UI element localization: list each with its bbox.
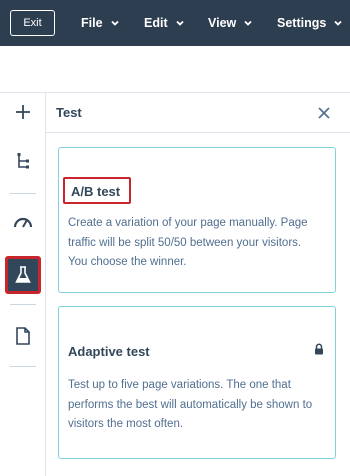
sidebar-divider <box>10 366 36 367</box>
beaker-icon <box>15 266 31 283</box>
editor-top-bar: Exit File Edit View Settings <box>0 0 350 46</box>
plus-icon <box>16 105 30 119</box>
adaptive-test-description-line: performs the best will automatically be … <box>68 398 313 411</box>
sidebar-test-button[interactable] <box>5 256 41 294</box>
ab-test-title-highlight: A/B test <box>63 177 131 204</box>
ab-test-description-line: Create a variation of your page manually… <box>68 217 308 229</box>
left-sidebar <box>0 93 46 476</box>
panel-title: Test <box>56 105 82 120</box>
ab-test-description: Create a variation of your page manually… <box>68 214 330 273</box>
document-icon <box>16 327 30 345</box>
sidebar-structure-button[interactable] <box>8 146 38 176</box>
adaptive-test-title: Adaptive test <box>68 344 150 359</box>
sidebar-optimize-button[interactable] <box>8 207 38 237</box>
chevron-down-icon <box>110 20 119 26</box>
edit-menu-label: Edit <box>144 16 168 30</box>
ab-test-card[interactable]: A/B test Create a variation of your page… <box>58 147 336 293</box>
sidebar-add-button[interactable] <box>8 97 38 127</box>
ab-test-description-line: You choose the winner. <box>68 256 187 268</box>
view-menu[interactable]: View <box>208 0 253 46</box>
close-icon[interactable] <box>316 105 332 121</box>
adaptive-test-description-line: Test up to five page variations. The one… <box>68 379 291 391</box>
file-menu-label: File <box>81 16 103 30</box>
sidebar-divider <box>10 193 36 194</box>
chevron-down-icon <box>244 20 252 26</box>
settings-menu[interactable]: Settings <box>277 0 343 46</box>
edit-menu[interactable]: Edit <box>144 0 185 46</box>
exit-button[interactable]: Exit <box>10 10 55 36</box>
test-panel: Test A/B test Create a variation of your… <box>46 93 350 476</box>
chevron-down-icon <box>175 20 184 26</box>
sidebar-page-button[interactable] <box>8 321 38 351</box>
panel-header: Test <box>46 93 350 133</box>
adaptive-test-card[interactable]: Adaptive test Test up to five page varia… <box>58 306 336 459</box>
lock-icon <box>315 343 323 355</box>
adaptive-test-description: Test up to five page variations. The one… <box>68 376 330 435</box>
ab-test-description-line: traffic will be split 50/50 between your… <box>68 236 302 249</box>
sidebar-divider <box>10 304 36 305</box>
adaptive-test-description-line: visitors the most often. <box>68 418 184 430</box>
chevron-down-icon <box>334 20 342 26</box>
tree-structure-icon <box>17 153 29 169</box>
file-menu[interactable]: File <box>81 0 120 46</box>
ab-test-title: A/B test <box>71 184 121 199</box>
settings-menu-label: Settings <box>277 16 327 30</box>
speedometer-icon <box>13 217 33 228</box>
view-menu-label: View <box>208 16 237 30</box>
editor-sub-bar <box>0 46 350 93</box>
